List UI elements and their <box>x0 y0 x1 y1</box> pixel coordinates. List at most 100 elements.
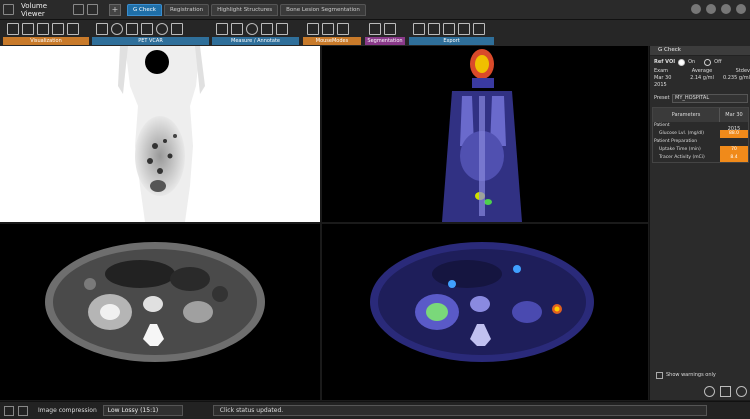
layout-3-icon[interactable] <box>52 23 64 35</box>
toolbar-group-visualization: Visualization <box>3 21 89 45</box>
settings-icon[interactable] <box>706 4 716 14</box>
stdev-value: 0.235 g/ml <box>722 75 750 81</box>
viewport-divider-horizontal[interactable] <box>0 222 648 224</box>
status-bar: Image compression Low Lossy (15:1) Click… <box>0 401 750 419</box>
toolbar-group-measure: Measure / Annotate <box>212 21 299 45</box>
status-wrench-icon[interactable] <box>18 405 28 416</box>
panel-camera-icon[interactable] <box>720 386 731 397</box>
line-icon[interactable] <box>231 23 243 35</box>
visualization-label: Visualization <box>3 37 89 45</box>
viewport-petct-coronal[interactable] <box>322 46 648 222</box>
viewport-pet-mip[interactable] <box>0 46 320 222</box>
measure-annotate-label: Measure / Annotate <box>212 37 299 45</box>
average-value: 2.14 g/ml <box>690 75 714 81</box>
stdev-col-header: Stdev <box>735 68 750 74</box>
window-controls <box>691 4 746 14</box>
ref-voi-on-radio[interactable] <box>678 59 686 66</box>
toolbar-group-mousemodes: MouseModes <box>303 21 361 45</box>
panel-title: G Check <box>650 46 750 56</box>
tab-highlight-structures[interactable]: Highlight Structures <box>211 3 279 16</box>
parameters-header: Parameters <box>653 108 720 122</box>
compression-select[interactable]: Low Lossy (15:1) <box>102 405 183 416</box>
export-2-icon[interactable] <box>428 23 440 35</box>
ellipse-icon[interactable] <box>246 23 258 35</box>
pet-mip-image <box>118 46 205 222</box>
mouse-mode-3-icon[interactable] <box>337 23 349 35</box>
glucose-value[interactable]: 88.0 <box>720 130 748 138</box>
toolbar-group-export: Export <box>409 21 494 45</box>
layout-4-icon[interactable] <box>67 23 79 35</box>
ref-voi-label: Ref VOI <box>654 59 676 65</box>
mouse-mode-2-icon[interactable] <box>322 23 334 35</box>
tab-gcheck[interactable]: G Check <box>127 3 162 16</box>
export-1-icon[interactable] <box>413 23 425 35</box>
pet-1-icon[interactable] <box>96 23 108 35</box>
layout-1-icon[interactable] <box>22 23 34 35</box>
pet-3-icon[interactable] <box>126 23 138 35</box>
tab-bone-lesion-segmentation[interactable]: Bone Lesion Segmentation <box>280 3 366 16</box>
petct-axial-image <box>370 242 594 362</box>
help-icon[interactable] <box>721 4 731 14</box>
panel-help-icon[interactable] <box>736 386 747 397</box>
preset-label: Preset <box>654 95 670 101</box>
ruler-icon[interactable] <box>276 23 288 35</box>
ref-voi-on-label: On <box>688 59 696 65</box>
exam-date: Mar 30 2015 <box>654 75 672 88</box>
tab-registration[interactable]: Registration <box>163 3 210 16</box>
mouse-mode-1-icon[interactable] <box>307 23 319 35</box>
compression-label: Image compression <box>38 407 97 414</box>
grid-icon[interactable] <box>87 4 98 15</box>
toolbar-group-segmentation: Segmentation <box>365 21 405 45</box>
segment-1-icon[interactable] <box>369 23 381 35</box>
row-label: Patient Preparation <box>654 139 698 144</box>
table-row: Glucose Lvl. (mg/dl) 88.0 <box>653 130 748 138</box>
ct-axial-image <box>45 242 265 362</box>
viewport-ct-axial[interactable] <box>0 224 320 400</box>
add-tab-button[interactable]: + <box>109 3 121 16</box>
pet-6-icon[interactable] <box>171 23 183 35</box>
angle-icon[interactable] <box>261 23 273 35</box>
layout-icon[interactable] <box>73 4 84 15</box>
export-5-icon[interactable] <box>473 23 485 35</box>
exam-col-header: Exam <box>654 68 669 74</box>
view-icon[interactable] <box>7 23 19 35</box>
segmentation-label: Segmentation <box>365 37 405 45</box>
show-warnings-label: Show warnings only <box>666 372 716 378</box>
close-icon[interactable] <box>736 4 746 14</box>
row-label: Uptake Time (min) <box>659 147 701 152</box>
table-row: Uptake Time (min) 70 <box>653 146 748 154</box>
print-icon[interactable] <box>443 23 455 35</box>
row-label: Patient <box>654 123 670 128</box>
ref-voi-off-label: Off <box>714 59 722 65</box>
pet-2-icon[interactable] <box>111 23 123 35</box>
status-message: Click status updated. <box>212 405 707 416</box>
ref-voi-off-radio[interactable] <box>704 59 712 66</box>
mousemodes-label: MouseModes <box>303 37 361 45</box>
petct-coronal-image <box>442 49 522 222</box>
table-row: Patient Preparation <box>653 138 748 146</box>
user-icon[interactable] <box>691 4 701 14</box>
row-label: Tracer Activity (mCi) <box>659 155 705 160</box>
pet-vcar-label: PET VCAR <box>92 37 209 45</box>
viewport-petct-axial[interactable] <box>322 224 648 400</box>
status-tool-icon[interactable] <box>4 405 14 416</box>
layout-2-icon[interactable] <box>37 23 49 35</box>
parameters-table: Parameters Mar 30 2015 Patient Glucose L… <box>652 107 749 163</box>
pet-4-icon[interactable] <box>141 23 153 35</box>
pet-5-icon[interactable] <box>156 23 168 35</box>
camera-icon[interactable] <box>458 23 470 35</box>
cross-icon[interactable] <box>216 23 228 35</box>
show-warnings-checkbox[interactable] <box>656 372 663 379</box>
tracer-activity-value[interactable]: 8.4 <box>720 154 748 162</box>
panel-settings-icon[interactable] <box>704 386 715 397</box>
toolbar: Visualization PET VCAR Measure / Annotat… <box>0 20 750 46</box>
preset-select[interactable]: MY_HOSPITAL <box>672 94 748 103</box>
segment-2-icon[interactable] <box>384 23 396 35</box>
table-row: Patient <box>653 122 748 130</box>
row-label: Glucose Lvl. (mg/dl) <box>659 131 705 136</box>
date-header: Mar 30 2015 <box>725 112 743 132</box>
average-col-header: Average <box>691 68 713 74</box>
gcheck-panel: G Check Ref VOI On Off Exam Average Stde… <box>649 46 750 400</box>
app-menu-icon[interactable] <box>3 4 14 15</box>
uptake-time-value[interactable]: 70 <box>720 146 748 154</box>
